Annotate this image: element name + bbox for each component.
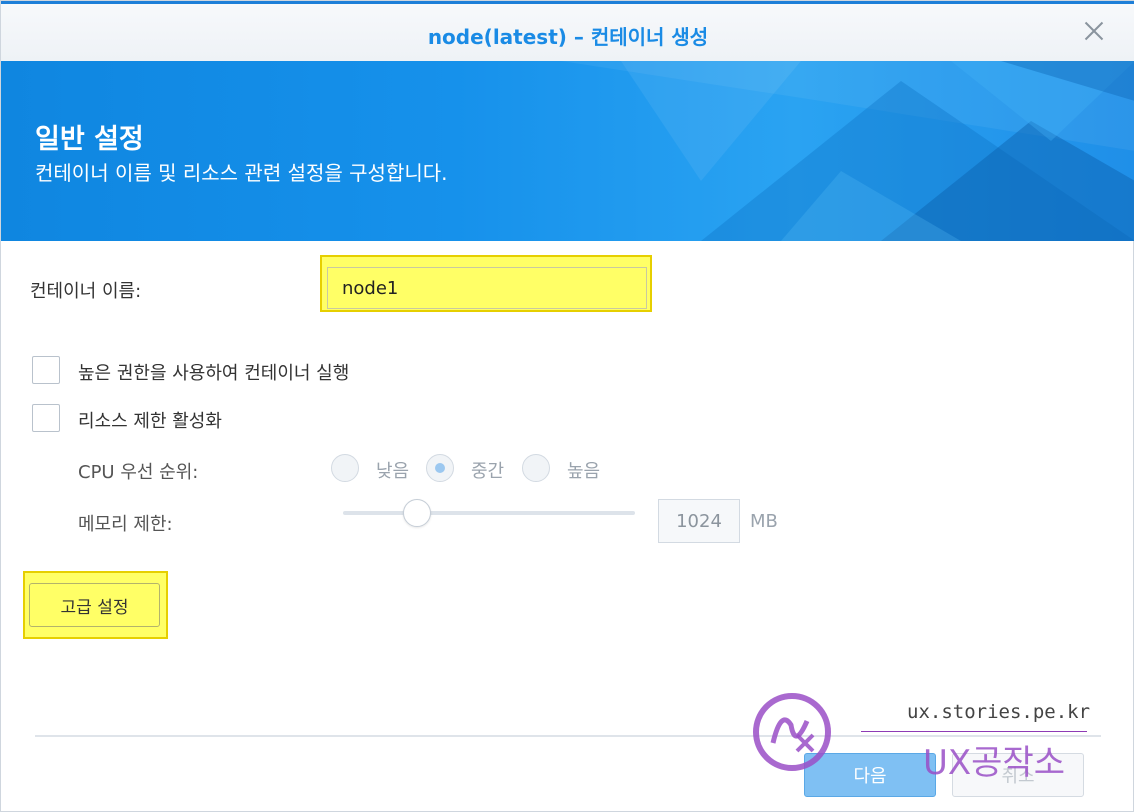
dialog-title: node(latest) – 컨테이너 생성 (427, 25, 709, 49)
resource-limit-checkbox[interactable] (32, 404, 60, 432)
watermark-brand: UX공작소 (923, 743, 1066, 783)
memory-unit: MB (750, 511, 778, 532)
cpu-high-label: 높음 (567, 461, 601, 482)
privileged-checkbox[interactable] (32, 356, 60, 384)
cpu-low-label: 낮음 (376, 461, 410, 482)
container-name-label: 컨테이너 이름: (30, 281, 142, 302)
container-name-input[interactable] (327, 267, 647, 309)
privileged-label: 높은 권한을 사용하여 컨테이너 실행 (78, 363, 350, 384)
banner-subtitle: 컨테이너 이름 및 리소스 관련 설정을 구성합니다. (35, 161, 448, 185)
header-banner: 일반 설정 컨테이너 이름 및 리소스 관련 설정을 구성합니다. (1, 61, 1134, 241)
banner-pattern (561, 61, 1134, 241)
watermark-line (861, 731, 1087, 732)
banner-title: 일반 설정 (35, 124, 144, 155)
memory-value-input[interactable] (658, 499, 740, 543)
cpu-high-radio[interactable] (522, 454, 550, 482)
cpu-low-radio[interactable] (331, 454, 359, 482)
memory-slider-thumb[interactable] (403, 499, 431, 527)
cpu-medium-label: 중간 (471, 461, 505, 482)
close-icon[interactable] (1081, 18, 1107, 44)
title-bar: node(latest) – 컨테이너 생성 (1, 1, 1134, 61)
cpu-priority-label: CPU 우선 순위: (78, 462, 199, 483)
memory-slider-track[interactable] (343, 511, 635, 515)
memory-limit-label: 메모리 제한: (78, 514, 173, 535)
advanced-settings-button[interactable]: 고급 설정 (29, 583, 160, 627)
ux-logo-icon (753, 693, 831, 771)
create-container-dialog: node(latest) – 컨테이너 생성 일반 설정 컨테이너 이름 및 리… (0, 0, 1134, 812)
cpu-medium-radio[interactable] (426, 454, 454, 482)
resource-limit-label: 리소스 제한 활성화 (78, 411, 222, 432)
watermark-url: ux.stories.pe.kr (907, 701, 1091, 723)
